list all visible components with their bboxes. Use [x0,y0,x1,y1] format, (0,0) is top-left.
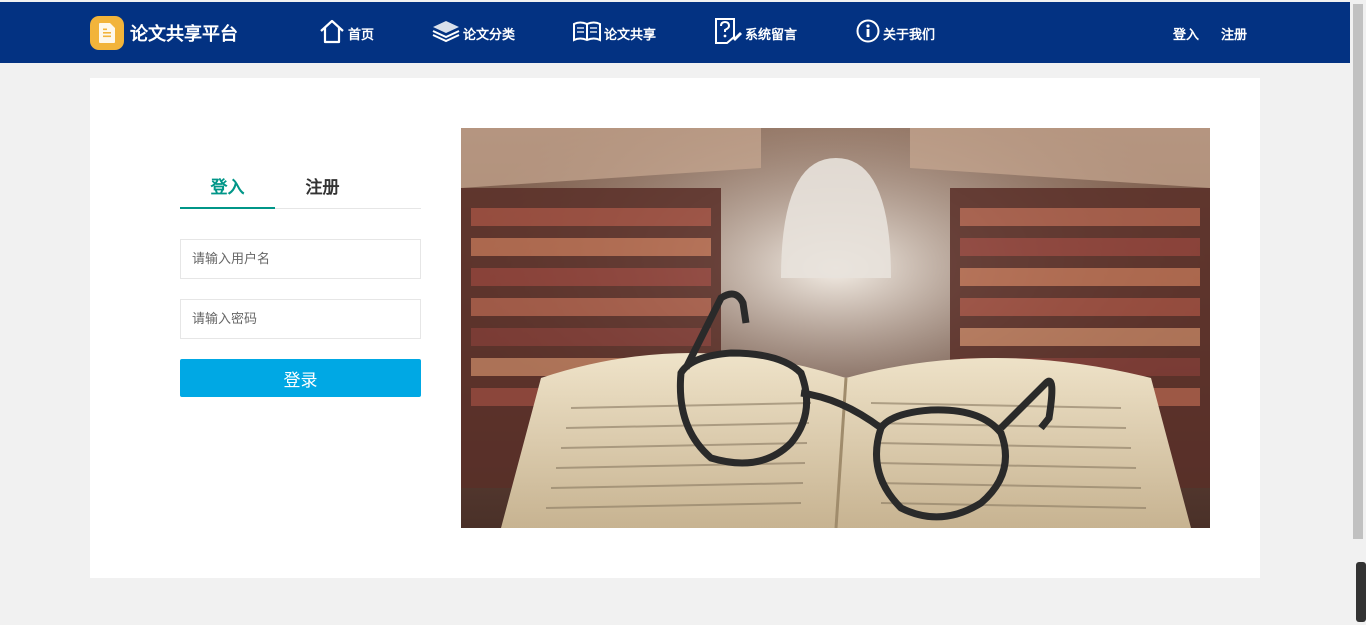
auth-tabs: 登入 注册 [180,173,421,209]
nav-label: 首页 [348,27,375,43]
nav-item-about[interactable]: 关于我们 [855,19,935,47]
nav-item-share[interactable]: 论文共享 [572,19,656,47]
tab-register[interactable]: 注册 [275,173,370,209]
login-submit-button[interactable]: 登录 [180,359,421,397]
info-icon [855,18,881,48]
login-link[interactable]: 登入 [1173,24,1199,43]
top-navbar: 论文共享平台 首页 论文分类 论文共享 系统留言 关于我们 登入 注册 [0,2,1350,63]
question-icon [713,17,743,49]
nav-item-messages[interactable]: 系统留言 [713,17,798,49]
library-photo [461,128,1210,528]
username-input[interactable] [180,239,421,279]
brand-name: 论文共享平台 [130,24,238,45]
document-icon [90,16,124,50]
nav-label: 论文分类 [463,27,516,43]
tab-login[interactable]: 登入 [180,173,275,209]
home-icon [318,18,346,48]
nav-label: 关于我们 [883,27,936,43]
book-icon [572,19,602,47]
nav-label: 系统留言 [745,27,798,43]
nav-label: 论文共享 [604,27,657,43]
password-input[interactable] [180,299,421,339]
page-scrollbar[interactable] [1350,0,1366,625]
nav-item-categories[interactable]: 论文分类 [431,19,515,47]
nav-item-home[interactable]: 首页 [318,19,374,47]
scrollbar-thumb[interactable] [1353,4,1363,539]
main-card: 登入 注册 登录 [90,78,1260,578]
layers-icon [431,18,461,48]
brand-logo[interactable]: 论文共享平台 [90,16,238,50]
level-meter-icon [1356,562,1366,622]
register-link[interactable]: 注册 [1221,24,1247,43]
